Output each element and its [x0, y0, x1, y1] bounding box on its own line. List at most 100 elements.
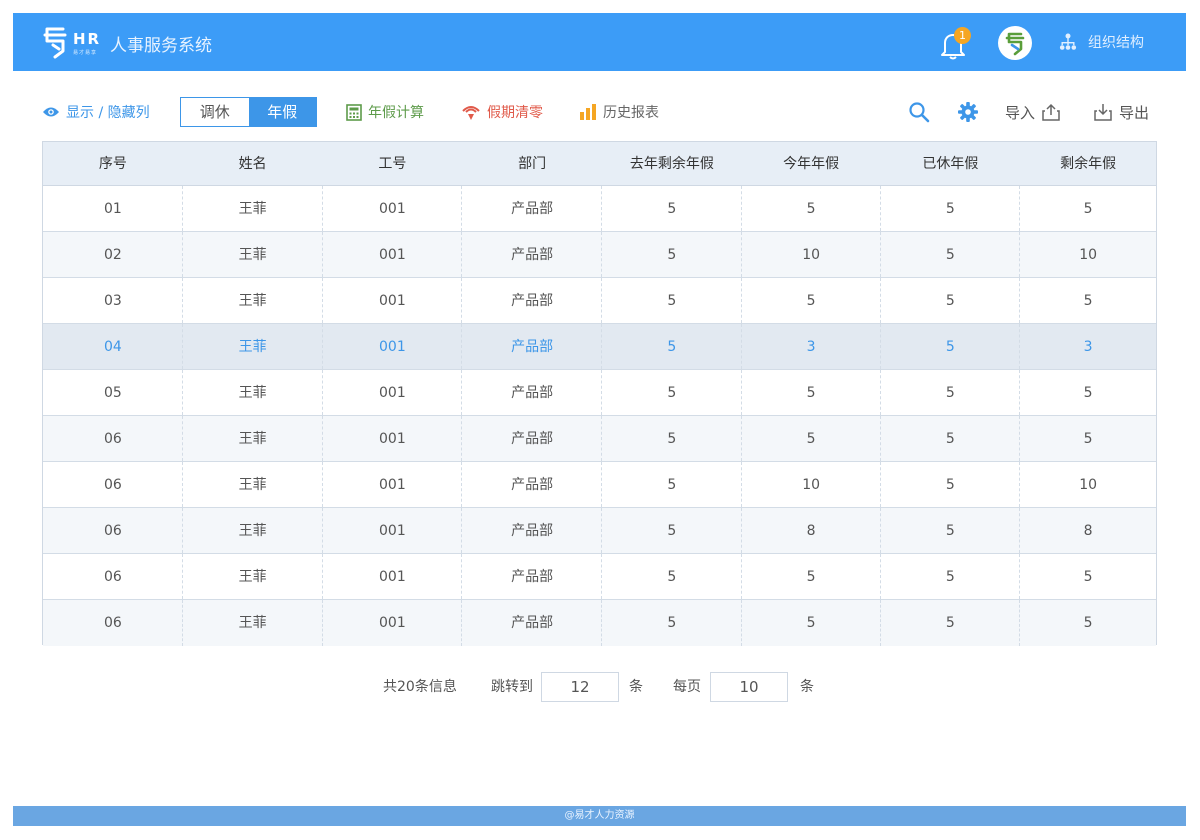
table-cell: 5 [742, 416, 881, 461]
toggle-columns-label: 显示 / 隐藏列 [66, 105, 150, 121]
bar-chart-icon [580, 104, 596, 120]
logo-text: HR [73, 30, 102, 48]
table-cell: 5 [1083, 293, 1093, 309]
table-cell: 5 [602, 186, 742, 231]
user-avatar[interactable] [998, 26, 1032, 60]
column-header[interactable]: 已休年假 [881, 142, 1021, 185]
table-cell: 5 [742, 554, 881, 599]
org-structure-label: 组织结构 [1088, 35, 1144, 51]
table-cell: 王菲 [183, 186, 323, 231]
table-row[interactable]: 06 王菲 001 产品部 5 5 5 5 [43, 600, 1156, 646]
leave-clear-button[interactable]: 假期清零 [461, 96, 543, 128]
table-cell: 5 [602, 416, 742, 461]
table-row[interactable]: 05 王菲 001 产品部 5 5 5 5 [43, 370, 1156, 416]
table-cell: 5 [742, 370, 881, 415]
table-cell: 3 [1083, 339, 1093, 355]
table-cell: 8 [1083, 523, 1093, 539]
table-cell: 5 [881, 186, 1021, 231]
table-cell: 5 [742, 186, 881, 231]
download-icon [1094, 104, 1112, 121]
column-header[interactable]: 部门 [462, 142, 602, 185]
toolbar: 显示 / 隐藏列 调休 年假 年假计算 假期清零 历史报表 导入 导出 [42, 96, 1157, 128]
column-header[interactable]: 今年年假 [742, 142, 881, 185]
search-icon [909, 102, 930, 123]
export-button[interactable]: 导出 [1093, 96, 1149, 128]
table-row[interactable]: 06 王菲 001 产品部 5 10 5 10 [43, 462, 1156, 508]
table-cell: 10 [742, 462, 881, 507]
column-header[interactable]: 工号 [323, 142, 463, 185]
table-cell: 5 [602, 232, 742, 277]
tab-annual-leave[interactable]: 年假 [248, 98, 316, 126]
table-cell: 5 [881, 324, 1021, 369]
logo-icon [43, 27, 67, 59]
toggle-columns-button[interactable]: 显示 / 隐藏列 [42, 96, 150, 128]
history-report-button[interactable]: 历史报表 [579, 96, 659, 128]
table-cell: 06 [43, 508, 183, 553]
org-chart-icon [1059, 33, 1077, 50]
column-header[interactable]: 序号 [43, 142, 183, 185]
table-row[interactable]: 06 王菲 001 产品部 5 5 5 5 [43, 554, 1156, 600]
table-row[interactable]: 06 王菲 001 产品部 5 5 5 5 [43, 416, 1156, 462]
table-cell: 王菲 [183, 508, 323, 553]
table-cell: 001 [323, 462, 463, 507]
pagination: 共20条信息 跳转到 条 每页 条 [0, 672, 1200, 702]
per-page-label: 每页 [673, 679, 701, 695]
jump-to-page-input[interactable] [541, 672, 619, 702]
table-cell: 06 [43, 416, 183, 461]
column-header[interactable]: 姓名 [183, 142, 323, 185]
table-cell: 001 [323, 232, 463, 277]
settings-button[interactable] [957, 96, 979, 128]
table-cell: 001 [323, 508, 463, 553]
table-cell: 5 [1083, 385, 1093, 401]
per-page-unit-label: 条 [800, 679, 814, 695]
column-header[interactable]: 剩余年假 [1020, 142, 1156, 185]
table-cell: 王菲 [183, 462, 323, 507]
table-cell: 王菲 [183, 600, 323, 646]
table-cell: 5 [881, 416, 1021, 461]
column-header[interactable]: 去年剩余年假 [602, 142, 742, 185]
table-cell: 05 [43, 370, 183, 415]
total-count: 共20条信息 [383, 679, 457, 695]
table-cell: 产品部 [462, 186, 602, 231]
table-row[interactable]: 06 王菲 001 产品部 5 8 5 8 [43, 508, 1156, 554]
export-label: 导出 [1119, 103, 1150, 122]
per-page-input[interactable] [710, 672, 788, 702]
table-cell: 03 [43, 278, 183, 323]
table-cell: 5 [881, 554, 1021, 599]
table-row[interactable]: 03 王菲 001 产品部 5 5 5 5 [43, 278, 1156, 324]
upload-icon [1042, 103, 1060, 121]
table-cell: 5 [881, 508, 1021, 553]
annual-leave-table: 序号 姓名 工号 部门 去年剩余年假 今年年假 已休年假 剩余年假 01 王菲 00… [42, 141, 1157, 646]
table-cell: 10 [742, 232, 881, 277]
table-cell: 5 [602, 462, 742, 507]
table-cell: 02 [43, 232, 183, 277]
table-cell: 5 [602, 370, 742, 415]
footer-copyright: @易才人力资源 [564, 810, 635, 821]
table-cell: 王菲 [183, 416, 323, 461]
clear-icon [462, 106, 480, 120]
annual-leave-calc-button[interactable]: 年假计算 [346, 96, 424, 128]
table-cell: 001 [323, 186, 463, 231]
tab-compensatory-leave[interactable]: 调休 [181, 98, 249, 126]
import-label: 导入 [1005, 103, 1036, 122]
table-row[interactable]: 02 王菲 001 产品部 5 10 5 10 [43, 232, 1156, 278]
table-cell: 产品部 [462, 232, 602, 277]
import-button[interactable]: 导入 [1005, 96, 1061, 128]
table-cell: 5 [881, 600, 1021, 646]
jump-to-label: 跳转到 [491, 679, 533, 695]
table-cell: 10 [1079, 477, 1098, 493]
table-row[interactable]: 04 王菲 001 产品部 5 3 5 3 [43, 324, 1156, 370]
top-header: HR 易才易享 人事服务系统 1 组织结构 [13, 13, 1186, 71]
table-cell: 06 [43, 600, 183, 646]
app-title: 人事服务系统 [110, 36, 212, 56]
table-cell: 5 [742, 600, 881, 646]
table-cell: 产品部 [462, 416, 602, 461]
table-cell: 5 [1083, 615, 1093, 631]
table-row[interactable]: 01 王菲 001 产品部 5 5 5 5 [43, 186, 1156, 232]
table-cell: 5 [742, 278, 881, 323]
org-structure-link[interactable]: 组织结构 [1058, 32, 1144, 52]
search-button[interactable] [908, 96, 930, 128]
table-cell: 06 [43, 462, 183, 507]
table-cell: 5 [602, 600, 742, 646]
avatar-logo-icon [1005, 32, 1025, 56]
